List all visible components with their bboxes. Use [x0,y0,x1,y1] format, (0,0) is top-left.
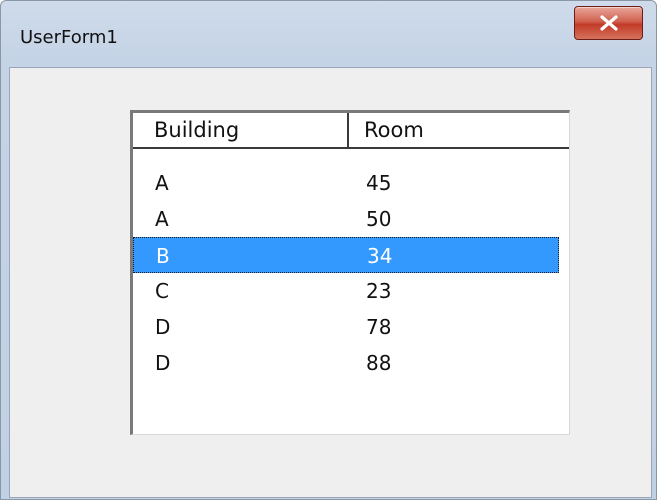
list-item-selected[interactable]: B 34 [133,237,559,273]
column-divider[interactable] [347,113,349,147]
list-rows: A 45 A 50 B 34 C 23 D 78 D 88 [133,165,569,381]
building-cell: A [155,207,169,231]
list-item[interactable]: D 88 [133,345,559,381]
column-header-room: Room [364,118,424,142]
list-item[interactable]: D 78 [133,309,559,345]
close-x-icon [599,15,618,31]
building-cell: A [155,171,169,195]
room-cell: 78 [366,315,392,339]
list-header: Building Room [133,113,569,149]
title-bar[interactable]: UserForm1 [1,1,656,67]
room-cell: 45 [366,171,392,195]
userform-window: UserForm1 Building Room A 45 A 50 B 34 C… [0,0,657,500]
building-room-listbox[interactable]: Building Room A 45 A 50 B 34 C 23 D 78 D… [130,110,570,435]
list-item[interactable]: C 23 [133,273,559,309]
room-cell: 34 [367,244,393,268]
room-cell: 88 [366,351,392,375]
close-button[interactable] [574,6,643,40]
building-cell: B [156,244,170,268]
room-cell: 23 [366,279,392,303]
building-cell: D [155,315,171,339]
column-header-building: Building [154,118,240,142]
building-cell: C [155,279,169,303]
window-title: UserForm1 [20,27,118,48]
form-client-area: Building Room A 45 A 50 B 34 C 23 D 78 D… [9,67,652,498]
building-cell: D [155,351,171,375]
list-item[interactable]: A 50 [133,201,559,237]
list-item[interactable]: A 45 [133,165,559,201]
room-cell: 50 [366,207,392,231]
